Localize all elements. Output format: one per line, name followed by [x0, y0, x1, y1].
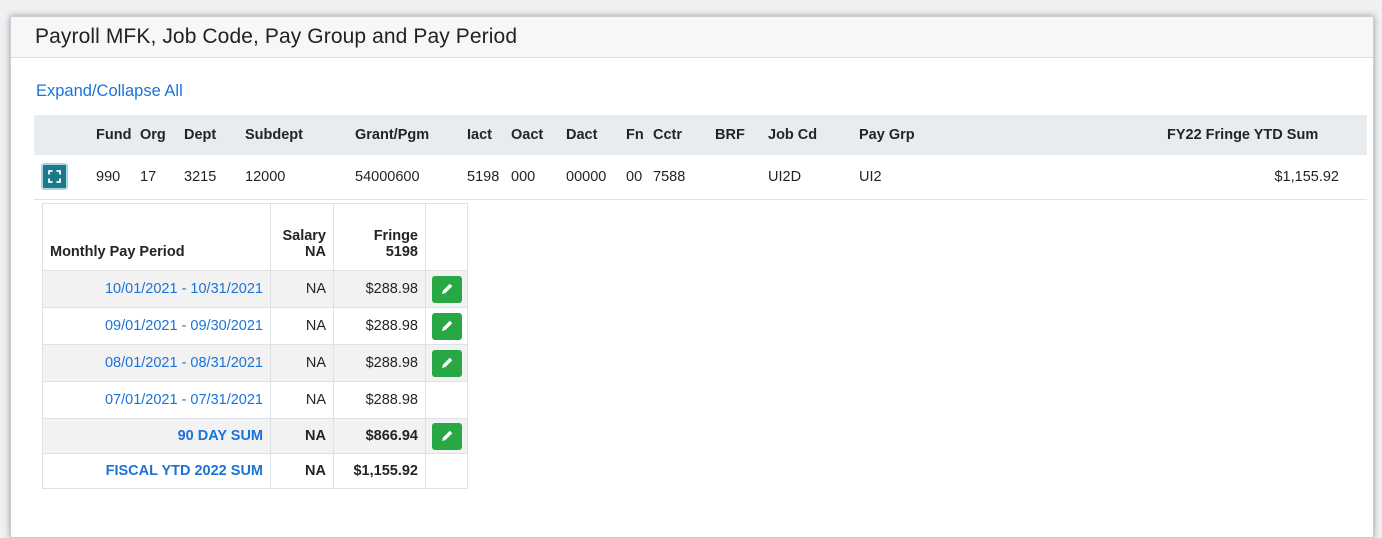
salary-cell: NA — [270, 344, 334, 382]
column-header-brf: BRF — [715, 115, 768, 155]
cell-fn: 00 — [626, 155, 653, 200]
header-salary-sub: NA — [305, 244, 326, 260]
salary-cell: NA — [270, 381, 334, 419]
fringe-cell: $288.98 — [333, 381, 426, 419]
action-cell — [425, 381, 468, 419]
cell-brf — [715, 155, 768, 200]
fringe-cell: $288.98 — [333, 344, 426, 382]
header-fringe-label: Fringe — [373, 228, 418, 244]
period-link[interactable]: 09/01/2021 - 09/30/2021 — [105, 318, 263, 334]
period-link[interactable]: 07/01/2021 - 07/31/2021 — [105, 392, 263, 408]
fringe-cell: $288.98 — [333, 270, 426, 308]
expand-icon — [48, 170, 61, 184]
cell-org: 17 — [140, 155, 184, 200]
column-header-dept: Dept — [184, 115, 245, 155]
action-cell — [425, 418, 468, 454]
pay-header-row: Monthly Pay Period Salary NA Fringe 5198 — [42, 203, 468, 271]
expand-column-header — [34, 115, 96, 155]
salary-cell: NA — [270, 307, 334, 345]
sum-90-label: 90 DAY SUM — [42, 418, 271, 454]
mfk-data-row: 990 17 3215 12000 54000600 5198 000 0000… — [34, 155, 1367, 200]
table-row: 09/01/2021 - 09/30/2021 NA $288.98 — [42, 307, 468, 345]
period-link[interactable]: 10/01/2021 - 10/31/2021 — [105, 281, 263, 297]
cell-fy22-fringe-ytd-sum: $1,155.92 — [1167, 155, 1367, 200]
table-row: 08/01/2021 - 08/31/2021 NA $288.98 — [42, 344, 468, 382]
cell-dept: 3215 — [184, 155, 245, 200]
mfk-table: Fund Org Dept Subdept Grant/Pgm Iact Oac… — [34, 115, 1367, 200]
cell-pay-grp: UI2 — [859, 155, 1167, 200]
column-header-job-cd: Job Cd — [768, 115, 859, 155]
cell-oact: 000 — [511, 155, 566, 200]
cell-subdept: 12000 — [245, 155, 355, 200]
column-header-grant-pgm: Grant/Pgm — [355, 115, 467, 155]
edit-button[interactable] — [431, 275, 462, 303]
table-row: 10/01/2021 - 10/31/2021 NA $288.98 — [42, 270, 468, 308]
action-cell — [425, 307, 468, 345]
pencil-icon — [441, 283, 452, 294]
sum-ytd-label: FISCAL YTD 2022 SUM — [42, 453, 271, 489]
column-header-pay-grp: Pay Grp — [859, 115, 1167, 155]
pencil-icon — [441, 357, 452, 368]
cell-dact: 00000 — [566, 155, 626, 200]
sum-90-fringe: $866.94 — [333, 418, 426, 454]
edit-button[interactable] — [431, 349, 462, 377]
edit-button[interactable] — [431, 422, 462, 450]
pencil-icon — [441, 320, 452, 331]
action-cell — [425, 270, 468, 308]
period-cell: 10/01/2021 - 10/31/2021 — [42, 270, 271, 308]
column-header-dact: Dact — [566, 115, 626, 155]
sum-90-salary: NA — [270, 418, 334, 454]
period-cell: 09/01/2021 - 09/30/2021 — [42, 307, 271, 345]
header-monthly-pay-period: Monthly Pay Period — [42, 203, 271, 271]
column-header-oact: Oact — [511, 115, 566, 155]
header-fringe-sub: 5198 — [385, 244, 418, 260]
period-cell: 07/01/2021 - 07/31/2021 — [42, 381, 271, 419]
header-fringe: Fringe 5198 — [333, 203, 426, 271]
row-expand-button[interactable] — [41, 163, 68, 191]
edit-button[interactable] — [431, 312, 462, 340]
column-header-iact: Iact — [467, 115, 511, 155]
column-header-org: Org — [140, 115, 184, 155]
cell-cctr: 7588 — [653, 155, 715, 200]
mfk-header-row: Fund Org Dept Subdept Grant/Pgm Iact Oac… — [34, 115, 1367, 155]
column-header-fn: Fn — [626, 115, 653, 155]
sum-ytd-fringe: $1,155.92 — [333, 453, 426, 489]
panel-title: Payroll MFK, Job Code, Pay Group and Pay… — [11, 17, 1373, 58]
cell-iact: 5198 — [467, 155, 511, 200]
table-row: 07/01/2021 - 07/31/2021 NA $288.98 — [42, 381, 468, 419]
column-header-subdept: Subdept — [245, 115, 355, 155]
payroll-panel: Payroll MFK, Job Code, Pay Group and Pay… — [10, 16, 1374, 538]
action-cell — [425, 453, 468, 489]
period-cell: 08/01/2021 - 08/31/2021 — [42, 344, 271, 382]
column-header-fund: Fund — [96, 115, 140, 155]
header-salary: Salary NA — [270, 203, 334, 271]
expand-cell — [34, 155, 96, 200]
salary-cell: NA — [270, 270, 334, 308]
sum-row-fiscal-ytd: FISCAL YTD 2022 SUM NA $1,155.92 — [42, 453, 468, 489]
action-cell — [425, 344, 468, 382]
sum-row-90-day: 90 DAY SUM NA $866.94 — [42, 418, 468, 454]
header-actions — [425, 203, 468, 271]
sum-ytd-salary: NA — [270, 453, 334, 489]
expand-collapse-all-link[interactable]: Expand/Collapse All — [36, 82, 183, 101]
pay-period-table: Monthly Pay Period Salary NA Fringe 5198… — [42, 203, 468, 489]
column-header-fy22-fringe-ytd-sum: FY22 Fringe YTD Sum — [1167, 115, 1367, 155]
pencil-icon — [441, 430, 452, 441]
cell-job-cd: UI2D — [768, 155, 859, 200]
header-salary-label: Salary — [282, 228, 326, 244]
cell-fund: 990 — [96, 155, 140, 200]
cell-grant-pgm: 54000600 — [355, 155, 467, 200]
fringe-cell: $288.98 — [333, 307, 426, 345]
column-header-cctr: Cctr — [653, 115, 715, 155]
period-link[interactable]: 08/01/2021 - 08/31/2021 — [105, 355, 263, 371]
